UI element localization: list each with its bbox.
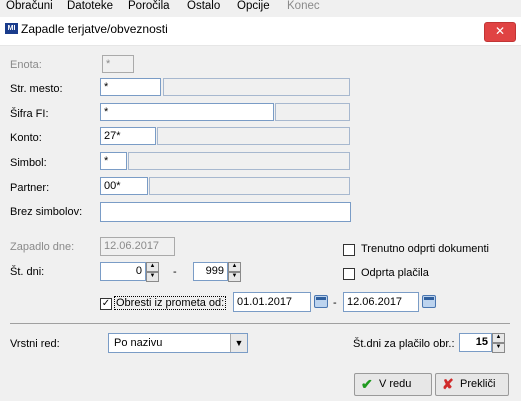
konto-input[interactable]: 27* (100, 127, 156, 145)
close-icon: ✕ (494, 24, 506, 38)
st-dni-placilo-input[interactable]: 15 (459, 333, 492, 352)
menu-obracuni[interactable]: Obračuni (6, 0, 53, 13)
enota-field: * (102, 55, 134, 73)
vrstni-red-select[interactable]: Po nazivu ▼ (108, 333, 248, 353)
str-mesto-name-field (163, 78, 350, 96)
obresti-from-date[interactable]: 01.01.2017 (233, 292, 311, 312)
str-mesto-input[interactable]: * (100, 78, 161, 96)
obresti-checkbox[interactable]: ✓ (100, 298, 112, 310)
window-title: Zapadle terjatve/obveznosti (21, 22, 168, 36)
checkmark-icon: ✔ (361, 376, 373, 392)
st-dni-from-spinner[interactable]: ▲ ▼ (146, 262, 159, 282)
obresti-label: Obresti iz prometa od: (114, 296, 227, 310)
menu-konec: Konec (287, 0, 320, 12)
simbol-input[interactable]: * (100, 152, 127, 170)
cancel-button[interactable]: ✘ Prekliči (435, 373, 509, 396)
vrstni-red-value: Po nazivu (114, 337, 163, 349)
partner-label: Partner: (10, 182, 50, 194)
app-icon: MI (5, 23, 18, 34)
konto-label: Konto: (10, 132, 42, 144)
sifra-fi-name-field (275, 103, 350, 121)
simbol-name-field (128, 152, 350, 170)
obresti-date-separator: - (333, 297, 337, 309)
st-dni-to-input[interactable]: 999 (193, 262, 228, 281)
zapadlo-dne-label: Zapadlo dne: (10, 241, 75, 253)
trenutno-odprti-label: Trenutno odprti dokumenti (361, 243, 489, 255)
cross-icon: ✘ (442, 376, 454, 392)
sifra-fi-input[interactable]: * (100, 103, 274, 121)
divider (10, 323, 510, 324)
obresti-to-date[interactable]: 12.06.2017 (343, 292, 419, 312)
brez-simbolov-label: Brez simbolov: (10, 206, 83, 218)
sifra-fi-label: Šifra FI: (10, 108, 49, 120)
menu-datoteke[interactable]: Datoteke (67, 0, 113, 13)
st-dni-from-input[interactable]: 0 (100, 262, 146, 281)
vrstni-red-label: Vrstni red: (10, 338, 60, 350)
st-dni-label: Št. dni: (10, 266, 45, 278)
str-mesto-label: Str. mesto: (10, 83, 63, 95)
st-dni-placilo-label: Št.dni za plačilo obr.: (353, 338, 455, 350)
partner-input[interactable]: 00* (100, 177, 148, 195)
chevron-down-icon: ▼ (230, 334, 247, 352)
st-dni-placilo-spinner[interactable]: ▲ ▼ (492, 333, 505, 353)
simbol-label: Simbol: (10, 157, 47, 169)
zapadlo-dne-field: 12.06.2017 (100, 237, 175, 256)
menu-porocila[interactable]: Poročila (128, 0, 170, 13)
odprta-placila-checkbox[interactable] (343, 268, 355, 280)
konto-name-field (157, 127, 350, 145)
brez-simbolov-input[interactable] (100, 202, 351, 222)
close-button[interactable]: ✕ (484, 22, 516, 42)
enota-label: Enota: (10, 59, 42, 71)
partner-name-field (149, 177, 350, 195)
calendar-to-icon[interactable] (422, 295, 436, 308)
odprta-placila-label: Odprta plačila (361, 267, 429, 279)
menu-opcije[interactable]: Opcije (237, 0, 270, 13)
st-dni-separator: - (173, 266, 177, 278)
ok-button[interactable]: ✔ V redu (354, 373, 432, 396)
st-dni-to-spinner[interactable]: ▲ ▼ (228, 262, 241, 282)
calendar-from-icon[interactable] (314, 295, 328, 308)
menu-ostalo[interactable]: Ostalo (187, 0, 220, 13)
menu-bar: Obračuni Datoteke Poročila Ostalo Opcije… (0, 0, 521, 14)
trenutno-odprti-checkbox[interactable] (343, 244, 355, 256)
